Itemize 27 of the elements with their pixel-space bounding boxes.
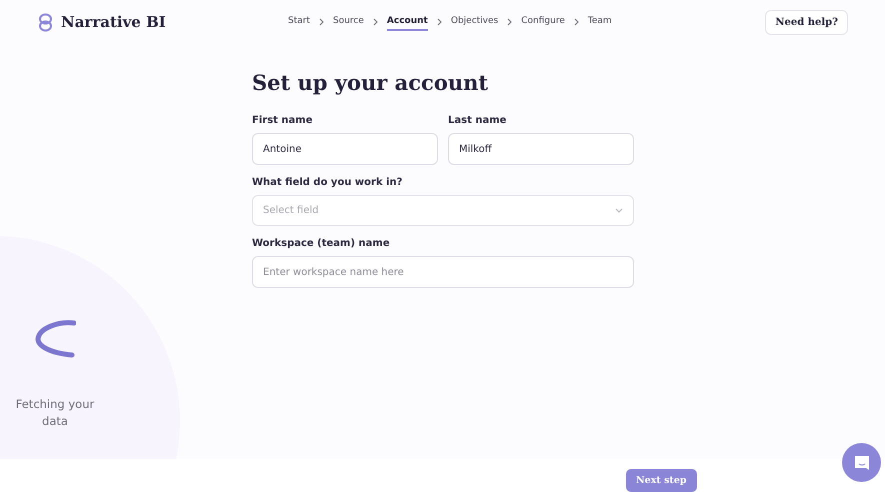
step-tab[interactable]: Objectives xyxy=(450,13,498,31)
step-tab[interactable]: Team xyxy=(588,13,612,31)
chevron-right-icon xyxy=(507,18,512,26)
brand-name: Narrative BI xyxy=(61,13,166,31)
chevron-right-icon xyxy=(372,18,378,26)
chevron-right-icon xyxy=(436,18,442,26)
logo-icon xyxy=(38,12,53,32)
text-field[interactable]: Enter workspace name here xyxy=(252,256,634,288)
chevron-down-icon xyxy=(615,208,623,213)
spinner-icon xyxy=(34,320,76,358)
field-label: First name xyxy=(252,115,314,126)
step-tab[interactable]: Source xyxy=(333,13,364,31)
loading-text: Fetching your data xyxy=(14,396,96,430)
chevron-right-icon xyxy=(319,18,324,26)
field-label: Last name xyxy=(448,115,508,126)
chat-button[interactable] xyxy=(842,443,881,482)
step-tab[interactable]: Start xyxy=(288,13,310,31)
step-tab[interactable]: Account xyxy=(386,13,428,31)
text-field[interactable]: Antoine xyxy=(252,133,438,165)
text-field[interactable]: Milkoff xyxy=(448,133,634,165)
page-title: Set up your account xyxy=(252,70,490,95)
chat-icon xyxy=(852,454,870,472)
field-label: What field do you work in? xyxy=(252,177,404,188)
step-tab[interactable]: Configure xyxy=(521,13,565,31)
field-label: Workspace (team) name xyxy=(252,238,391,249)
chevron-right-icon xyxy=(574,18,579,26)
help-button[interactable]: Need help? xyxy=(765,10,848,34)
